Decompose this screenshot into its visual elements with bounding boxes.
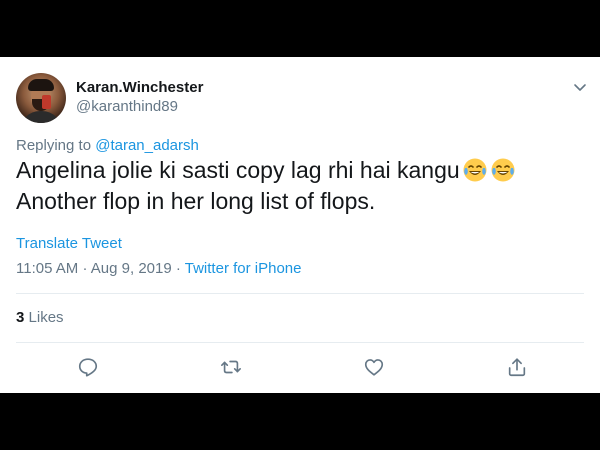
replying-to: Replying to @taran_adarsh (16, 137, 199, 154)
tweet-time[interactable]: 11:05 AM (16, 260, 78, 277)
tweet-source[interactable]: Twitter for iPhone (185, 260, 302, 277)
tweet-text: Angelina jolie ki sasti copy lag rhi hai… (16, 155, 576, 217)
chevron-down-icon[interactable] (572, 79, 588, 95)
heart-icon[interactable] (363, 356, 385, 378)
tweet-text-line-1: Angelina jolie ki sasti copy lag rhi hai… (16, 157, 460, 183)
meta-separator: · (82, 260, 88, 277)
reply-icon[interactable] (77, 356, 99, 378)
user-handle[interactable]: @karanthind89 (76, 98, 178, 115)
share-icon[interactable] (506, 356, 528, 378)
tweet-meta: 11:05 AM · Aug 9, 2019 · Twitter for iPh… (16, 260, 301, 277)
retweet-icon[interactable] (220, 356, 242, 378)
tweet-date[interactable]: Aug 9, 2019 (91, 260, 172, 277)
meta-separator: · (175, 260, 181, 277)
divider (16, 342, 584, 343)
likes-label: Likes (28, 309, 64, 326)
tweet-text-line-2: Another flop in her long list of flops. (16, 188, 376, 214)
tears-of-joy-icon (490, 157, 516, 183)
translate-tweet-link[interactable]: Translate Tweet (16, 235, 122, 252)
tears-of-joy-icon (462, 157, 488, 183)
tweet-card: Karan.Winchester @karanthind89 Replying … (0, 57, 600, 393)
replying-prefix: Replying to (16, 137, 92, 154)
avatar[interactable] (16, 73, 66, 123)
replying-to-link[interactable]: @taran_adarsh (95, 137, 199, 154)
display-name[interactable]: Karan.Winchester (76, 79, 203, 96)
divider (16, 293, 584, 294)
likes-number: 3 (16, 309, 25, 326)
likes-count[interactable]: 3 Likes (16, 309, 64, 326)
